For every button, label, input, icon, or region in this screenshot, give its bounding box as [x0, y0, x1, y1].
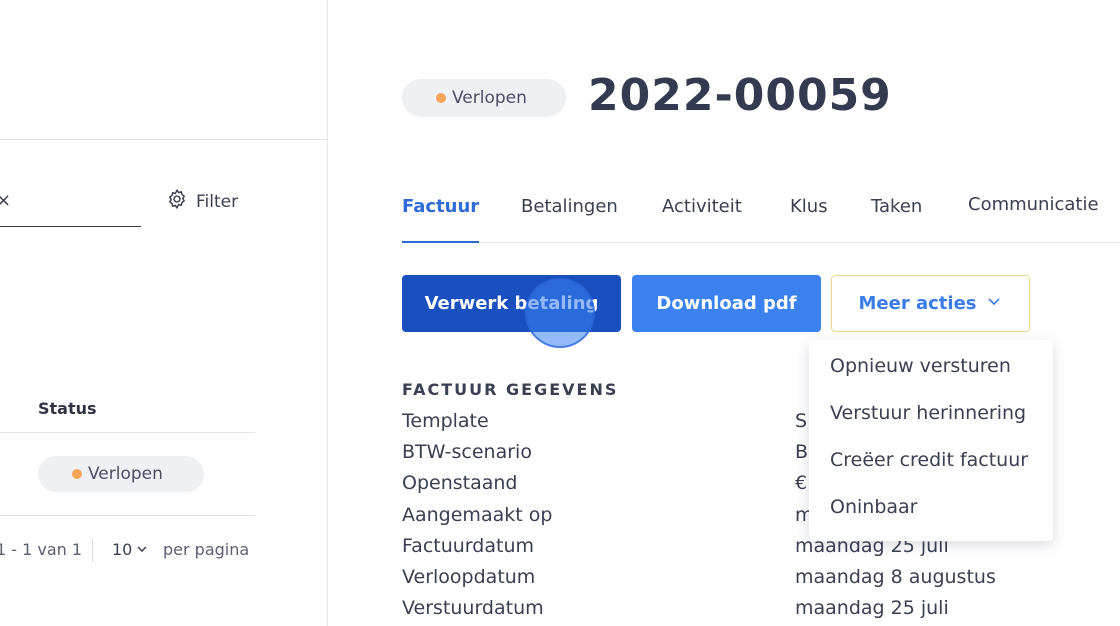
divider	[0, 139, 328, 140]
tab-communicatie[interactable]: Communicatie	[968, 194, 1099, 241]
search-input[interactable]	[0, 226, 141, 227]
invoice-status-label: Verlopen	[452, 88, 527, 108]
status-dot	[436, 93, 446, 103]
divider	[0, 515, 255, 516]
field-value-verloopdatum: maandag 8 augustus	[795, 566, 996, 588]
menu-item-resend[interactable]: Opnieuw versturen	[830, 355, 1011, 377]
per-page-label: per pagina	[163, 540, 250, 559]
field-label-verstuurdatum: Verstuurdatum	[402, 597, 544, 619]
field-value-verstuurdatum: maandag 25 juli	[795, 597, 949, 619]
more-actions-menu: Opnieuw versturen Verstuur herinnering C…	[809, 340, 1053, 541]
process-payment-button[interactable]: Verwerk betaling	[402, 275, 621, 332]
field-label-verloopdatum: Verloopdatum	[402, 566, 536, 588]
field-label-openstaand: Openstaand	[402, 472, 518, 494]
download-pdf-button[interactable]: Download pdf	[632, 275, 821, 332]
page-size-value: 10	[112, 540, 133, 559]
gear-icon	[166, 188, 188, 215]
invoice-status-badge: Verlopen	[402, 79, 566, 117]
tab-factuur[interactable]: Factuur	[402, 196, 480, 243]
chevron-down-icon	[136, 540, 148, 559]
pagination-range: 1 - 1 van 1	[0, 540, 83, 559]
tab-betalingen[interactable]: Betalingen	[521, 196, 618, 243]
page-size-select[interactable]: 10	[112, 540, 148, 559]
chevron-down-icon	[986, 293, 1002, 314]
section-title: FACTUUR GEGEVENS	[402, 380, 619, 399]
status-dot	[72, 469, 82, 479]
tab-klus[interactable]: Klus	[790, 196, 828, 243]
field-label-template: Template	[402, 410, 489, 432]
field-value-openstaand: €	[795, 472, 808, 494]
more-actions-button[interactable]: Meer acties	[831, 275, 1030, 332]
search-clear-icon[interactable]: ×	[0, 190, 11, 211]
divider	[0, 432, 255, 433]
tab-bar: Factuur Betalingen Activiteit Klus Taken…	[402, 194, 1120, 243]
invoice-list-panel: × Filter Status Verlopen 1 - 1 van 1 10 …	[0, 0, 328, 626]
pagination: 1 - 1 van 1 10 per pagina	[0, 538, 255, 562]
menu-item-create-credit-invoice[interactable]: Creëer credit factuur	[830, 449, 1028, 471]
filter-label: Filter	[196, 191, 239, 212]
status-badge-label: Verlopen	[88, 464, 163, 484]
tab-taken[interactable]: Taken	[871, 196, 922, 243]
filter-button[interactable]: Filter	[166, 188, 238, 215]
menu-item-send-reminder[interactable]: Verstuur herinnering	[830, 402, 1026, 424]
field-value-template: S	[795, 410, 808, 432]
tab-activiteit[interactable]: Activiteit	[662, 196, 742, 243]
menu-item-uncollectible[interactable]: Oninbaar	[830, 496, 917, 518]
field-label-factuurdatum: Factuurdatum	[402, 535, 534, 557]
divider	[92, 538, 93, 562]
field-label-aangemaakt-op: Aangemaakt op	[402, 504, 553, 526]
page-title: 2022-00059	[588, 70, 892, 121]
status-badge[interactable]: Verlopen	[38, 456, 204, 492]
field-value-btw-scenario: B	[795, 441, 809, 463]
column-header-status[interactable]: Status	[38, 399, 97, 418]
field-label-btw-scenario: BTW-scenario	[402, 441, 532, 463]
more-actions-label: Meer acties	[858, 293, 977, 314]
